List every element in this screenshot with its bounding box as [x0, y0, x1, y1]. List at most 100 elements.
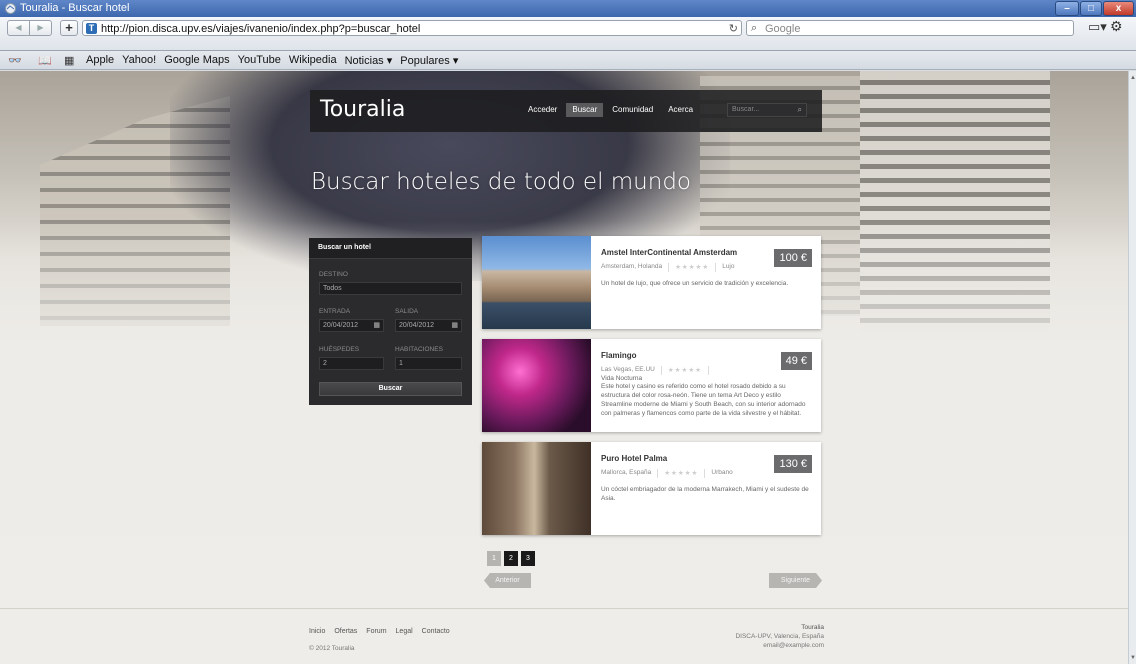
footer-brand: Touralia: [801, 624, 824, 631]
reading-list-icon[interactable]: 👓: [8, 54, 22, 67]
footer-link-ofertas[interactable]: Ofertas: [334, 628, 357, 635]
panel-title: Buscar un hotel: [309, 238, 472, 259]
bookmark-item[interactable]: Noticias ▾: [345, 54, 393, 67]
hotel-card[interactable]: Amstel InterContinental Amsterdam Amster…: [482, 236, 821, 329]
previous-button[interactable]: Anterior: [484, 573, 531, 588]
salida-value: 20/04/2012: [399, 322, 435, 329]
footer-links: Inicio Ofertas Forum Legal Contacto: [309, 628, 450, 635]
bookmark-links: Apple Yahoo! Google Maps YouTube Wikiped…: [86, 54, 458, 67]
scroll-down-icon[interactable]: ▼: [1130, 655, 1136, 661]
bookmark-item[interactable]: Populares ▾: [400, 54, 458, 67]
footer-link-inicio[interactable]: Inicio: [309, 628, 325, 635]
calendar-icon[interactable]: ▦: [451, 321, 458, 329]
hotel-card[interactable]: Flamingo Las Vegas, EE.UU ★★★★★ Vida Noc…: [482, 339, 821, 432]
page-button-1[interactable]: 1: [487, 551, 501, 566]
footer-link-contacto[interactable]: Contacto: [422, 628, 450, 635]
bookmarks-icon[interactable]: 📖: [38, 54, 52, 67]
page-button-3[interactable]: 3: [521, 551, 535, 566]
pagination: 1 2 3: [487, 551, 535, 566]
hotel-location: Mallorca, España: [601, 469, 652, 476]
search-button[interactable]: Buscar: [319, 382, 462, 396]
huespedes-field[interactable]: 2: [319, 357, 384, 370]
salida-field[interactable]: 20/04/2012 ▦: [395, 319, 462, 332]
hotel-price: 130 €: [774, 455, 812, 473]
page-menu-icon[interactable]: ▭▾: [1088, 19, 1107, 35]
page-viewport: Touralia Acceder Buscar Comunidad Acerca…: [0, 71, 1128, 664]
hotel-category: Lujo: [722, 263, 735, 270]
hotel-meta: Amsterdam, Holanda ★★★★★ Lujo: [601, 263, 735, 272]
page-button-2[interactable]: 2: [504, 551, 518, 566]
address-bar[interactable]: T http://pion.disca.upv.es/viajes/ivanen…: [82, 20, 742, 36]
hotel-search-panel: Buscar un hotel DESTINO Todos ENTRADA 20…: [309, 238, 472, 405]
habitaciones-label: HABITACIONES: [395, 346, 443, 353]
nav-acerca[interactable]: Acerca: [662, 103, 699, 117]
copyright: © 2012 Touralia: [309, 645, 355, 652]
nav-buttons: ◀ ▶: [7, 20, 52, 36]
hotel-meta: Mallorca, España ★★★★★ Urbano: [601, 469, 733, 478]
close-button[interactable]: x: [1103, 1, 1134, 16]
site-favicon-icon: T: [86, 23, 97, 34]
next-button[interactable]: Siguiente: [769, 573, 822, 588]
nav-buscar[interactable]: Buscar: [566, 103, 604, 117]
habitaciones-field[interactable]: 1: [395, 357, 462, 370]
hotel-name[interactable]: Puro Hotel Palma: [601, 454, 667, 463]
entrada-value: 20/04/2012: [323, 322, 359, 329]
footer-email[interactable]: email@example.com: [690, 641, 824, 650]
calendar-icon[interactable]: ▦: [373, 321, 380, 329]
site-header: Touralia Acceder Buscar Comunidad Acerca…: [310, 90, 822, 132]
bookmark-item[interactable]: Yahoo!: [122, 54, 156, 67]
bookmark-item[interactable]: Google Maps: [164, 54, 229, 67]
footer-divider: [0, 608, 1128, 609]
hotel-photo[interactable]: [482, 442, 591, 535]
maximize-button[interactable]: □: [1080, 1, 1102, 16]
hotel-location: Amsterdam, Holanda: [601, 263, 663, 270]
huespedes-label: HUÉSPEDES: [319, 346, 360, 353]
reload-icon[interactable]: ↻: [729, 22, 738, 36]
hotel-category: Urbano: [711, 469, 733, 476]
entrada-label: ENTRADA: [319, 308, 351, 315]
bookmark-item[interactable]: Apple: [86, 54, 114, 67]
hotel-photo[interactable]: [482, 236, 591, 329]
hotel-description: Este hotel y casino es referido como el …: [601, 383, 806, 417]
entrada-field[interactable]: 20/04/2012 ▦: [319, 319, 384, 332]
salida-label: SALIDA: [395, 308, 419, 315]
url-text[interactable]: http://pion.disca.upv.es/viajes/ivanenio…: [101, 22, 420, 36]
top-sites-icon[interactable]: ▦: [64, 54, 74, 67]
site-logo[interactable]: Touralia: [320, 97, 405, 122]
footer-link-legal[interactable]: Legal: [396, 628, 413, 635]
page-title: Buscar hoteles de todo el mundo: [311, 169, 691, 195]
forward-button[interactable]: ▶: [29, 21, 51, 35]
nav-comunidad[interactable]: Comunidad: [606, 103, 659, 117]
nav-acceder[interactable]: Acceder: [522, 103, 563, 117]
destino-label: DESTINO: [319, 271, 348, 278]
add-bookmark-button[interactable]: +: [60, 20, 78, 36]
hotel-rating: ★★★★★: [675, 264, 710, 271]
destino-field[interactable]: Todos: [319, 282, 462, 295]
hotel-card[interactable]: Puro Hotel Palma Mallorca, España ★★★★★ …: [482, 442, 821, 535]
browser-search-input[interactable]: ⌕ Google: [746, 20, 1074, 36]
site-search-placeholder: Buscar...: [732, 106, 760, 113]
hotel-description: Un hotel de lujo, que ofrece un servicio…: [601, 280, 789, 287]
footer-contact: Touralia DISCA-UPV, Valencia, España ema…: [690, 623, 824, 650]
bookmark-item[interactable]: Wikipedia: [289, 54, 337, 67]
footer-link-forum[interactable]: Forum: [366, 628, 386, 635]
hotel-photo[interactable]: [482, 339, 591, 432]
minimize-button[interactable]: –: [1055, 1, 1079, 16]
bookmark-item[interactable]: YouTube: [238, 54, 281, 67]
window-titlebar: Touralia - Buscar hotel – □ x: [0, 0, 1136, 17]
hotel-description: Un cóctel embriagador de la moderna Marr…: [601, 486, 809, 502]
gear-icon[interactable]: ⚙: [1110, 18, 1123, 35]
hotel-name[interactable]: Flamingo: [601, 351, 637, 360]
hotel-name[interactable]: Amstel InterContinental Amsterdam: [601, 248, 737, 257]
search-icon[interactable]: ⌕: [798, 105, 802, 115]
window-title: Touralia - Buscar hotel: [20, 2, 130, 14]
footer-address: DISCA-UPV, Valencia, España: [735, 633, 824, 640]
magnifier-icon: ⌕: [751, 22, 758, 34]
hotel-rating: ★★★★★: [664, 470, 699, 477]
habitaciones-value: 1: [399, 360, 403, 367]
scroll-up-icon[interactable]: ▲: [1130, 75, 1136, 81]
site-search-input[interactable]: Buscar... ⌕: [727, 103, 807, 117]
back-button[interactable]: ◀: [8, 21, 29, 35]
huespedes-value: 2: [323, 360, 327, 367]
vertical-scrollbar[interactable]: ▲ ▼: [1128, 71, 1136, 664]
